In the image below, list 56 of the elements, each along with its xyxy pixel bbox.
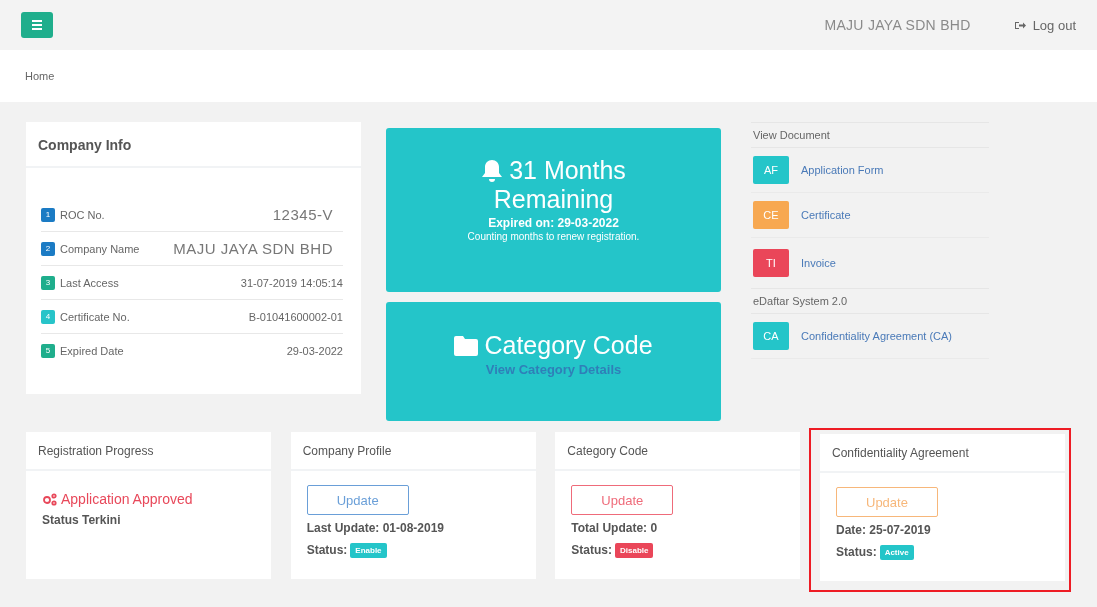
progress-status: Application Approved — [61, 491, 193, 507]
number-badge: 2 — [41, 241, 55, 256]
tile-title: Category Code — [484, 331, 653, 360]
section-heading: eDaftar System 2.0 — [751, 289, 989, 314]
info-label: ROC No. — [60, 208, 105, 221]
remaining-label: Remaining — [493, 185, 614, 214]
update-button[interactable]: Update — [306, 485, 409, 515]
status-note: Status Terkini — [42, 513, 122, 527]
card-title: Category Code — [555, 432, 801, 471]
info-label: Last Access — [60, 276, 119, 289]
expiry-date: Expired on: 29-03-2022 — [488, 216, 619, 230]
document-link[interactable]: Confidentiality Agreement (CA) — [801, 330, 952, 342]
logout-link[interactable]: Log out — [1014, 17, 1076, 33]
status-label: Status: — [835, 544, 877, 559]
info-label: Certificate No. — [60, 310, 130, 323]
info-value: B-01041600002-01 — [248, 310, 343, 323]
number-badge: 5 — [41, 343, 55, 358]
document-link[interactable]: Application Form — [801, 164, 884, 176]
info-label: Expired Date — [60, 344, 124, 357]
info-value: 29-03-2022 — [286, 344, 343, 357]
update-info: Last Update: 01-08-2019 — [306, 521, 446, 535]
menu-button[interactable] — [21, 12, 53, 38]
status-badge: Disable — [615, 543, 654, 558]
card-title: Registration Progress — [26, 432, 271, 471]
update-info: Total Update: 0 — [571, 521, 659, 535]
document-code-badge: CE — [753, 201, 789, 229]
status-label: Status: — [571, 542, 612, 557]
info-value: 31-07-2019 14:05:14 — [240, 276, 343, 289]
document-code-badge: CA — [753, 322, 789, 350]
logout-icon — [1014, 20, 1026, 30]
status-badge: Active — [879, 545, 914, 560]
menu-icon — [31, 20, 43, 30]
info-value: MAJU JAYA SDN BHD — [173, 240, 334, 257]
document-link[interactable]: Invoice — [801, 257, 836, 269]
number-badge: 3 — [41, 275, 55, 290]
document-code-badge: TI — [753, 249, 789, 277]
info-value: 12345-V — [272, 206, 334, 223]
breadcrumb[interactable]: Home — [25, 70, 55, 82]
number-badge: 1 — [41, 207, 55, 222]
renew-note: Counting months to renew registration. — [467, 231, 640, 242]
bell-icon — [481, 158, 504, 183]
months-remaining: 31 Months — [509, 156, 626, 185]
card-title: Company Profile — [290, 432, 536, 471]
folder-icon — [454, 335, 479, 356]
document-link[interactable]: Certificate — [801, 209, 851, 221]
card-title: Confidentiality Agreement — [819, 434, 1065, 473]
section-heading: View Document — [751, 123, 989, 148]
company-name: MAJU JAYA SDN BHD — [824, 17, 971, 33]
info-label: Company Name — [60, 242, 140, 255]
update-info: Date: 25-07-2019 — [835, 523, 932, 537]
status-badge: Enable — [350, 543, 387, 558]
document-code-badge: AF — [753, 156, 789, 184]
number-badge: 4 — [41, 309, 55, 324]
card-title: Company Info — [26, 122, 361, 168]
update-button[interactable]: Update — [571, 485, 674, 515]
status-label: Status: — [306, 542, 348, 557]
